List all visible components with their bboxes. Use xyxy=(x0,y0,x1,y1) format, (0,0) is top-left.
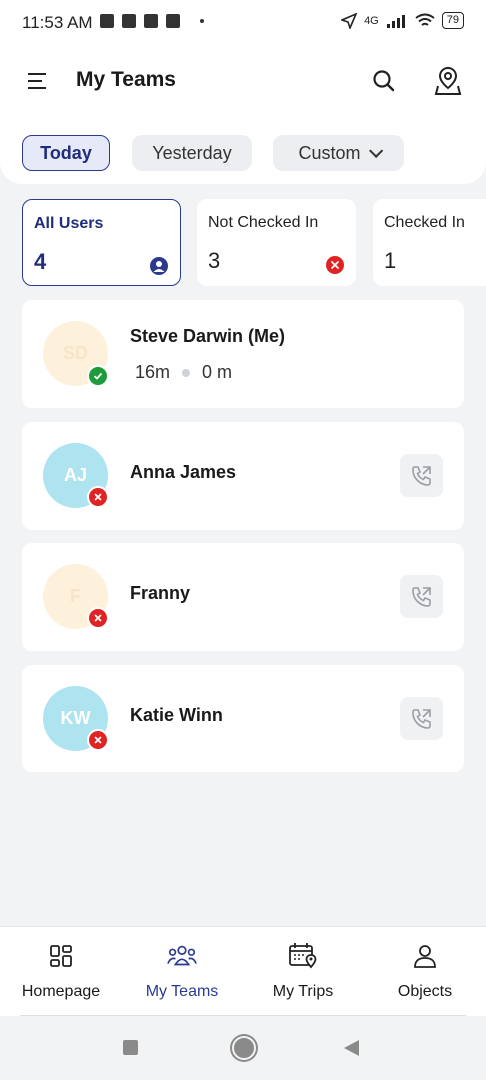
member-distance: 0 m xyxy=(202,362,233,382)
team-member-card[interactable]: AJ Anna James xyxy=(22,422,464,530)
call-forward-icon xyxy=(411,465,431,486)
status-time: 11:53 AM xyxy=(22,13,93,32)
filter-yesterday-button[interactable]: Yesterday xyxy=(132,135,252,171)
nav-label: My Teams xyxy=(145,983,219,1000)
call-forward-icon xyxy=(411,586,431,607)
location-arrow-icon xyxy=(341,12,358,29)
filter-today-label: Today xyxy=(40,142,92,163)
nav-objects[interactable]: Objects xyxy=(364,927,486,1017)
nav-my-trips[interactable]: My Trips xyxy=(242,927,364,1017)
video-icon xyxy=(166,14,180,28)
hamburger-menu-icon xyxy=(28,73,46,89)
status-bar: 11:53 AM 4G 79 xyxy=(0,0,486,44)
map-pin-icon xyxy=(434,66,462,95)
call-button[interactable] xyxy=(400,575,443,618)
filter-custom-dropdown[interactable]: Custom xyxy=(273,135,404,171)
header: My Teams Today Yesterday Custom xyxy=(0,44,486,184)
grid-icon xyxy=(50,945,72,967)
recent-apps-button[interactable] xyxy=(123,1040,138,1055)
status-right: 4G 79 xyxy=(341,12,464,29)
close-icon xyxy=(87,607,109,629)
summary-count: 4 xyxy=(34,249,47,274)
team-icon xyxy=(167,945,197,966)
member-time: 16m xyxy=(135,362,171,382)
call-button[interactable] xyxy=(400,454,443,497)
summary-label: Checked In xyxy=(384,214,465,231)
close-icon xyxy=(87,486,109,508)
dot-icon xyxy=(200,19,204,23)
battery-indicator: 79 xyxy=(441,12,464,29)
user-icon xyxy=(150,257,168,275)
check-icon xyxy=(87,365,109,387)
search-icon xyxy=(373,70,395,92)
back-button[interactable] xyxy=(344,1040,359,1056)
close-icon xyxy=(326,256,344,274)
app-icon xyxy=(122,14,136,28)
avatar-initials: AJ xyxy=(63,465,87,485)
network-type: 4G xyxy=(364,14,379,27)
separator-dot xyxy=(182,368,191,377)
avatar-initials: KW xyxy=(60,708,91,728)
chevron-down-icon xyxy=(368,143,383,158)
filter-yesterday-label: Yesterday xyxy=(152,142,232,163)
member-name: Anna James xyxy=(130,462,237,482)
summary-count: 3 xyxy=(208,248,221,273)
summary-all-users[interactable]: All Users 4 xyxy=(22,199,181,286)
home-button[interactable] xyxy=(232,1036,256,1060)
summary-checked-in[interactable]: Checked In 1 xyxy=(373,199,486,286)
summary-not-checked-in[interactable]: Not Checked In 3 xyxy=(197,199,356,286)
search-button[interactable] xyxy=(371,68,397,94)
page-title: My Teams xyxy=(76,68,176,91)
map-button[interactable] xyxy=(434,66,462,96)
member-name: Franny xyxy=(130,583,191,603)
menu-button[interactable] xyxy=(26,70,50,92)
wifi-icon xyxy=(415,13,435,26)
summary-label: All Users xyxy=(34,215,104,232)
notification-icons xyxy=(100,14,204,28)
signal-icon xyxy=(386,14,405,28)
team-member-card[interactable]: F Franny xyxy=(22,543,464,651)
filter-custom-label: Custom xyxy=(298,142,361,163)
team-member-card[interactable]: SD Steve Darwin (Me) 16m 0 m xyxy=(22,300,464,408)
avatar-initials: SD xyxy=(62,343,88,363)
member-name: Katie Winn xyxy=(130,705,223,725)
close-icon xyxy=(87,729,109,751)
team-member-card[interactable]: KW Katie Winn xyxy=(22,665,464,772)
mute-icon xyxy=(100,14,114,28)
member-activity: 16m 0 m xyxy=(135,362,232,383)
member-name: Steve Darwin (Me) xyxy=(130,326,286,346)
nav-label: Objects xyxy=(397,983,453,1000)
summary-label: Not Checked In xyxy=(208,214,319,231)
person-icon xyxy=(414,945,436,968)
filter-today-button[interactable]: Today xyxy=(22,135,110,171)
upload-icon xyxy=(144,14,158,28)
nav-label: Homepage xyxy=(21,983,101,1000)
calendar-location-icon xyxy=(289,943,317,969)
avatar-initials: F xyxy=(70,586,81,606)
nav-homepage[interactable]: Homepage xyxy=(0,927,122,1017)
summary-count: 1 xyxy=(384,248,397,273)
call-forward-icon xyxy=(411,708,431,729)
nav-label: My Trips xyxy=(272,983,334,1000)
nav-my-teams[interactable]: My Teams xyxy=(121,927,243,1017)
call-button[interactable] xyxy=(400,697,443,740)
system-navigation-bar xyxy=(0,1016,486,1080)
bottom-navigation: Homepage My Teams My Trips Objects xyxy=(0,926,486,1017)
